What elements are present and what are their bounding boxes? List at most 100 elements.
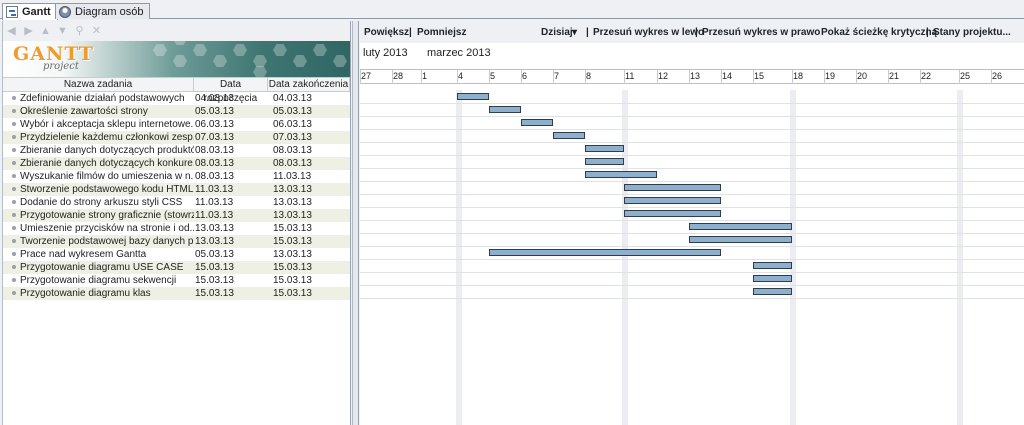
timeline-months: luty 2013 marzec 2013 [360,43,1024,69]
task-start-cell: 13.03.13 [195,236,234,247]
task-start-cell: 15.03.13 [195,288,234,299]
task-name-cell: Zbieranie danych dotyczących produktów [3,144,194,157]
task-name-cell: Umieszenie przycisków na stronie i od... [3,222,194,235]
task-name-cell: Tworzenie podstawowej bazy danych p... [3,235,194,248]
table-row[interactable]: Wyszukanie filmów do umieszenia w n... 08… [3,170,350,183]
row-gridline [360,207,1024,208]
task-bar[interactable] [689,223,792,230]
day-label: 15 [754,71,765,81]
table-row[interactable]: Przygotowanie diagramu USE CASE 15.03.13 1… [3,261,350,274]
task-bar[interactable] [521,119,553,126]
task-bar[interactable] [585,158,624,165]
weekend-column [957,90,963,425]
task-bar[interactable] [624,184,721,191]
tab-resource-diagram[interactable]: Diagram osób [55,3,151,19]
gantt-chart-area[interactable] [360,90,1024,425]
weekend-column [456,90,462,425]
task-bar[interactable] [553,132,585,139]
table-row[interactable]: Zbieranie danych dotyczących produktów 08… [3,144,350,157]
row-gridline [360,116,1024,117]
task-start-cell: 05.03.13 [195,106,234,117]
task-start-cell: 11.03.13 [195,197,234,208]
task-start-cell: 08.03.13 [195,158,234,169]
timeline-days: 27 28 1 4 5 6 7 8 11 12 13 14 15 18 19 20 21 22 25 26 [360,69,1024,84]
arrow-up-icon[interactable]: ▲ [40,25,51,37]
day-label: 4 [458,71,464,81]
task-bar[interactable] [585,145,624,152]
task-end-cell: 15.03.13 [273,223,312,234]
unlink-icon[interactable]: ✕ [91,25,102,37]
table-row[interactable]: Prace nad wykresem Gantta 05.03.13 13.03.1… [3,248,350,261]
row-gridline [360,233,1024,234]
row-gridline [360,298,1024,299]
zoom-in-button[interactable]: Powiększ [364,27,409,38]
table-row[interactable]: Przygotowanie diagramu klas 15.03.13 15.03… [3,287,350,300]
task-bar[interactable] [457,93,489,100]
day-label: 12 [658,71,669,81]
toolbar-separator: | [586,27,589,38]
task-bar[interactable] [489,249,721,256]
tab-gantt[interactable]: Gantt [2,3,58,20]
link-icon[interactable]: ⚲ [74,25,85,37]
day-label: 25 [960,71,971,81]
column-header-start-date[interactable]: Data rozpoczęcia [194,78,268,104]
scroll-left-button[interactable]: Przesuń wykres w lewo [593,27,704,38]
task-start-cell: 08.03.13 [195,145,234,156]
arrow-down-icon[interactable]: ▼ [57,25,68,37]
table-row[interactable]: Tworzenie podstawowej bazy danych p... 13… [3,235,350,248]
task-bar[interactable] [753,275,792,282]
task-name-cell: Przygotowanie diagramu sekwencji [3,274,194,287]
task-name-cell: Przygotowanie strony graficznie (stowrz.… [3,209,194,222]
table-row[interactable]: Przygotowanie strony graficznie (stowrz.… [3,209,350,222]
table-row[interactable]: Stworzenie podstawowego kodu HTML... 11.0… [3,183,350,196]
task-name-cell: Dodanie do strony arkuszu styli CSS [3,196,194,209]
task-table-panel: ◀ ▶ ▲ ▼ ⚲ ✕ GANTT project Nazwa zadania … [2,21,351,425]
month-label: luty 2013 [363,47,408,59]
baselines-button[interactable]: Stany projektu... [933,27,1011,38]
task-end-cell: 13.03.13 [273,210,312,221]
task-name-cell: Przygotowanie diagramu USE CASE [3,261,194,274]
critical-path-button[interactable]: Pokaż ścieżkę krytyczną [821,27,937,38]
gantt-chart-panel: Powiększ | Pomniejsz Dzisiaj ▾ | Przesuń… [360,21,1024,425]
table-row[interactable]: Wybór i akceptacja sklepu internetowe...… [3,118,350,131]
task-bar[interactable] [753,262,792,269]
table-row[interactable]: Zbieranie danych dotyczących konkure... 0… [3,157,350,170]
day-label: 1 [422,71,428,81]
panel-splitter[interactable] [352,21,359,425]
zoom-out-button[interactable]: Pomniejsz [417,27,466,38]
table-row[interactable]: Określenie zawartości strony 05.03.13 05.0… [3,105,350,118]
column-header-end-date[interactable]: Data zakończenia [268,78,350,91]
row-gridline [360,194,1024,195]
task-bar[interactable] [624,210,721,217]
table-row[interactable]: Dodanie do strony arkuszu styli CSS 11.03… [3,196,350,209]
task-start-cell: 15.03.13 [195,275,234,286]
task-bar[interactable] [689,236,792,243]
scroll-right-button[interactable]: Przesuń wykres w prawo [702,27,820,38]
table-row[interactable]: Zdefiniowanie działań podstawowych 04.03.… [3,92,350,105]
task-start-cell: 06.03.13 [195,119,234,130]
task-end-cell: 13.03.13 [273,184,312,195]
task-end-cell: 08.03.13 [273,158,312,169]
task-bar[interactable] [753,288,792,295]
today-button[interactable]: Dzisiaj [541,27,573,38]
table-header: Nazwa zadania Data rozpoczęcia Data zako… [3,77,350,104]
day-label: 26 [992,71,1003,81]
table-row[interactable]: Przygotowanie diagramu sekwencji 15.03.13… [3,274,350,287]
day-label: 5 [490,71,496,81]
task-end-cell: 13.03.13 [273,249,312,260]
arrow-left-icon[interactable]: ◀ [6,25,17,37]
column-header-task-name[interactable]: Nazwa zadania [3,78,194,91]
arrow-right-icon[interactable]: ▶ [23,25,34,37]
row-gridline [360,103,1024,104]
day-label: 13 [690,71,701,81]
task-bar[interactable] [585,171,657,178]
table-row[interactable]: Umieszenie przycisków na stronie i od...… [3,222,350,235]
task-name-cell: Wybór i akceptacja sklepu internetowe... [3,118,194,131]
day-label: 14 [722,71,733,81]
row-gridline [360,220,1024,221]
chevron-down-icon[interactable]: ▾ [572,27,577,38]
task-bar[interactable] [489,106,521,113]
task-bar[interactable] [624,197,721,204]
task-end-cell: 15.03.13 [273,236,312,247]
table-row[interactable]: Przydzielenie każdemu członkowi zesp... 0… [3,131,350,144]
